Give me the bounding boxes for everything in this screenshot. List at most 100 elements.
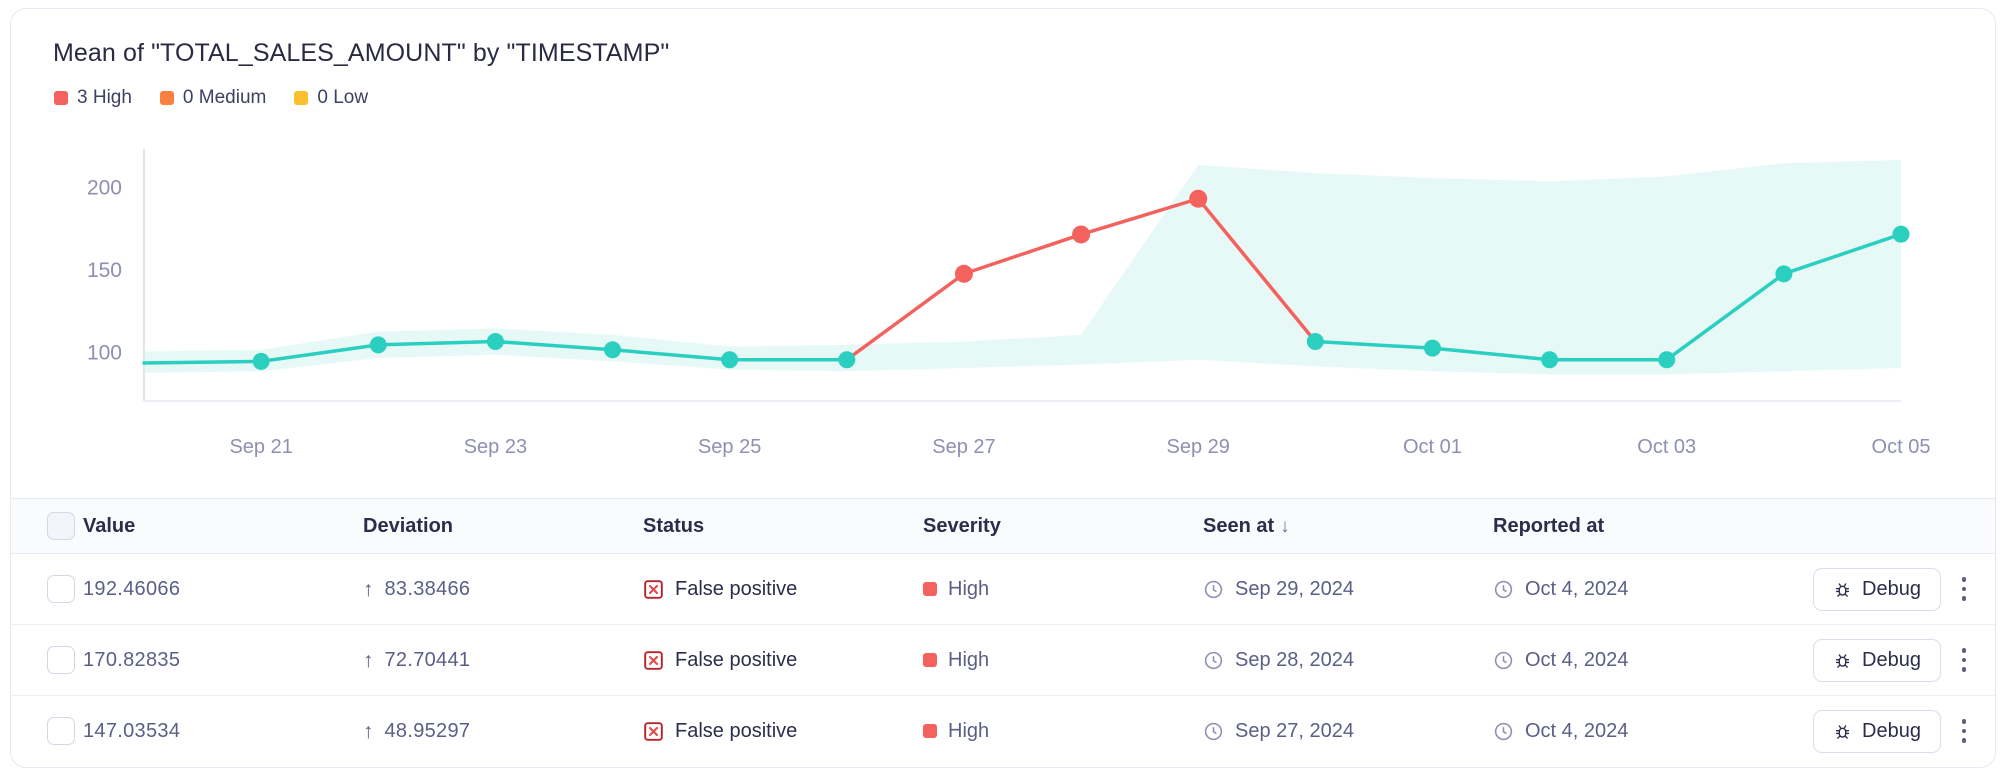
arrow-up-icon: ↑ bbox=[363, 719, 374, 743]
cell-seen-at: Sep 29, 2024 bbox=[1203, 553, 1493, 625]
data-point-marker[interactable] bbox=[1541, 351, 1559, 369]
cell-value: 147.03534 bbox=[83, 696, 363, 767]
row-select-cell bbox=[11, 696, 83, 767]
column-header-seen-at-label: Seen at bbox=[1203, 514, 1275, 537]
bug-icon bbox=[1835, 724, 1850, 739]
x-axis-tick-label: Oct 03 bbox=[1637, 436, 1696, 458]
bug-icon bbox=[1835, 582, 1850, 597]
legend-swatch-medium bbox=[159, 91, 174, 105]
severity-text: High bbox=[948, 577, 990, 600]
seen-at-text: Sep 28, 2024 bbox=[1235, 648, 1354, 671]
select-all-header bbox=[11, 498, 83, 554]
clock-icon bbox=[1494, 580, 1513, 598]
table-header-row: Value Deviation Status Severity Seen at ↓ bbox=[11, 498, 1995, 554]
false-positive-icon bbox=[644, 650, 663, 670]
x-axis-tick-label: Oct 05 bbox=[1872, 436, 1931, 458]
row-overflow-menu-button[interactable] bbox=[1957, 714, 1971, 748]
table-row[interactable]: 192.46066 ↑ 83.38466 False positive High bbox=[11, 553, 1995, 625]
legend-label-high: 3 High bbox=[77, 87, 132, 108]
cell-status: False positive bbox=[643, 624, 923, 696]
debug-button[interactable]: Debug bbox=[1813, 638, 1941, 682]
sort-descending-icon[interactable]: ↓ bbox=[1280, 516, 1290, 537]
false-positive-icon bbox=[644, 579, 663, 599]
anomaly-point-marker[interactable] bbox=[1189, 189, 1208, 208]
cell-value: 192.46066 bbox=[83, 553, 363, 625]
severity-text: High bbox=[948, 648, 990, 671]
status-text: False positive bbox=[675, 719, 798, 742]
debug-button-label: Debug bbox=[1862, 719, 1921, 742]
cell-severity: High bbox=[923, 696, 1203, 767]
status-text: False positive bbox=[675, 648, 798, 671]
data-point-marker[interactable] bbox=[1306, 333, 1324, 351]
debug-button[interactable]: Debug bbox=[1813, 567, 1941, 611]
column-header-status-label: Status bbox=[643, 514, 705, 537]
x-axis-tick-label: Sep 25 bbox=[698, 436, 761, 458]
debug-button[interactable]: Debug bbox=[1813, 709, 1941, 753]
data-point-marker[interactable] bbox=[604, 341, 622, 359]
column-header-value[interactable]: Value bbox=[83, 498, 363, 554]
column-header-reported-at[interactable]: Reported at bbox=[1493, 498, 1813, 554]
table-body: 192.46066 ↑ 83.38466 False positive High bbox=[11, 553, 1995, 767]
row-select-cell bbox=[11, 624, 83, 696]
data-point-marker[interactable] bbox=[1658, 351, 1676, 369]
data-point-marker[interactable] bbox=[1423, 339, 1441, 357]
legend-label-medium: 0 Medium bbox=[182, 87, 267, 108]
clock-icon bbox=[1494, 651, 1513, 669]
cell-reported-at: Oct 4, 2024 bbox=[1493, 553, 1813, 625]
reported-at-text: Oct 4, 2024 bbox=[1525, 577, 1629, 600]
debug-button-label: Debug bbox=[1862, 648, 1921, 671]
severity-dot bbox=[923, 582, 937, 596]
row-overflow-menu-button[interactable] bbox=[1957, 572, 1971, 606]
data-point-marker[interactable] bbox=[486, 333, 504, 351]
cell-value: 170.82835 bbox=[83, 624, 363, 696]
data-point-marker[interactable] bbox=[369, 336, 387, 354]
data-point-marker[interactable] bbox=[838, 351, 856, 369]
legend-item-medium: 0 Medium bbox=[159, 87, 267, 109]
clock-icon bbox=[1494, 722, 1513, 740]
timeseries-chart: 100 150 200 Sep 21 Sep 23 Sep 25 Sep 27 Sep 29 O… bbox=[11, 139, 1995, 479]
deviation-text: 72.70441 bbox=[384, 648, 471, 671]
y-axis-tick-label: 100 bbox=[87, 341, 122, 364]
column-header-severity[interactable]: Severity bbox=[923, 498, 1203, 554]
data-point-marker[interactable] bbox=[721, 351, 739, 369]
legend-label-low: 0 Low bbox=[317, 87, 369, 108]
seen-at-text: Sep 27, 2024 bbox=[1235, 719, 1354, 742]
legend-swatch-high bbox=[54, 91, 68, 105]
x-axis-tick-label: Sep 21 bbox=[229, 436, 292, 458]
chart-card: Mean of "TOTAL_SALES_AMOUNT" by "TIMESTA… bbox=[10, 8, 1996, 768]
status-text: False positive bbox=[675, 577, 798, 600]
page-title: Mean of "TOTAL_SALES_AMOUNT" by "TIMESTA… bbox=[53, 39, 670, 67]
row-select-cell bbox=[11, 553, 83, 625]
select-all-checkbox[interactable] bbox=[47, 512, 75, 540]
anomalies-table: Value Deviation Status Severity Seen at ↓ bbox=[11, 498, 1995, 767]
legend-swatch-low bbox=[294, 91, 309, 105]
table-row[interactable]: 170.82835 ↑ 72.70441 False positive High bbox=[11, 624, 1995, 696]
legend-item-high: 3 High bbox=[54, 87, 132, 109]
data-point-marker[interactable] bbox=[1775, 265, 1793, 283]
data-point-marker[interactable] bbox=[1892, 225, 1910, 243]
y-axis-tick-label: 150 bbox=[87, 259, 122, 282]
chart-svg: 100 150 200 Sep 21 Sep 23 Sep 25 Sep 27 Sep 29 O… bbox=[87, 149, 1931, 458]
clock-icon bbox=[1204, 722, 1223, 740]
row-checkbox[interactable] bbox=[47, 646, 75, 674]
anomaly-point-marker[interactable] bbox=[954, 264, 973, 283]
column-header-status[interactable]: Status bbox=[643, 498, 923, 554]
column-header-actions bbox=[1813, 498, 1995, 554]
severity-dot bbox=[923, 653, 937, 667]
deviation-text: 83.38466 bbox=[384, 577, 471, 600]
column-header-seen-at[interactable]: Seen at ↓ bbox=[1203, 498, 1493, 554]
cell-deviation: ↑ 48.95297 bbox=[363, 696, 643, 767]
reported-at-text: Oct 4, 2024 bbox=[1525, 648, 1629, 671]
column-header-deviation[interactable]: Deviation bbox=[363, 498, 643, 554]
data-point-marker[interactable] bbox=[252, 352, 270, 370]
value-text: 170.82835 bbox=[83, 648, 181, 671]
x-axis-tick-label: Oct 01 bbox=[1403, 436, 1462, 458]
row-checkbox[interactable] bbox=[47, 575, 75, 603]
table-row[interactable]: 147.03534 ↑ 48.95297 False positive High bbox=[11, 696, 1995, 767]
severity-text: High bbox=[948, 719, 990, 742]
anomaly-detection-screen: Mean of "TOTAL_SALES_AMOUNT" by "TIMESTA… bbox=[0, 0, 2006, 774]
row-overflow-menu-button[interactable] bbox=[1957, 643, 1971, 677]
y-axis-tick-label: 200 bbox=[87, 176, 122, 199]
anomaly-point-marker[interactable] bbox=[1072, 225, 1091, 244]
row-checkbox[interactable] bbox=[47, 717, 75, 745]
